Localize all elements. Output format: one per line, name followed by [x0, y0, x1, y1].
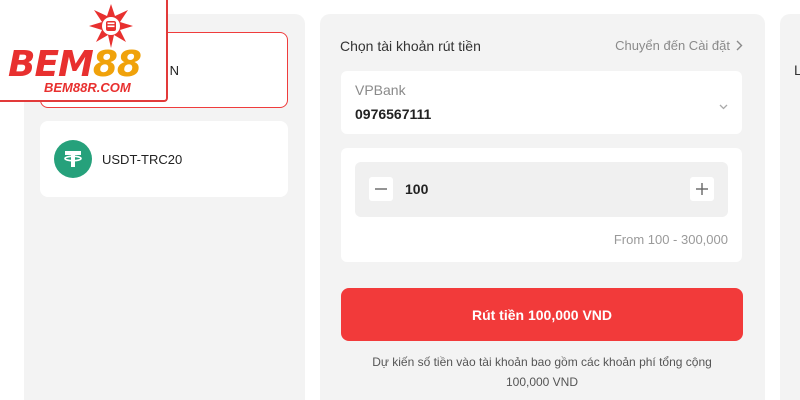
chevron-down-icon [719, 97, 728, 115]
amount-input[interactable] [405, 177, 665, 201]
account-number: 0976567111 [355, 106, 432, 122]
minus-icon [375, 188, 387, 190]
amount-range-hint: From 100 - 300,000 [613, 232, 728, 247]
bank-name: VPBank [355, 82, 406, 98]
chevron-right-icon [736, 40, 743, 51]
withdraw-form: Chọn tài khoản rút tiền Chuyển đến Cài đ… [320, 14, 765, 400]
payment-method-usdt[interactable]: USDT-TRC20 [40, 121, 288, 197]
fee-note-line-1: Dự kiến số tiền vào tài khoản bao gồm cá… [372, 355, 712, 369]
brand-logo: BEM88 BEM88R.COM [0, 0, 168, 102]
payment-method-usdt-label: USDT-TRC20 [102, 151, 183, 167]
form-title: Chọn tài khoản rút tiền [340, 38, 481, 54]
amount-stepper [355, 162, 728, 217]
right-panel-text: L [794, 62, 800, 78]
logo-wordmark: BEM88 [8, 44, 142, 85]
settings-link[interactable]: Chuyển đến Cài đặt [615, 38, 743, 53]
bank-account-select[interactable]: VPBank 0976567111 [341, 71, 742, 134]
decrease-button[interactable] [369, 177, 393, 201]
logo-domain: BEM88R.COM [44, 80, 131, 95]
fee-note-line-2: 100,000 VND [505, 375, 579, 389]
amount-section: From 100 - 300,000 [341, 148, 742, 262]
plus-icon [696, 183, 708, 195]
increase-button[interactable] [690, 177, 714, 201]
withdraw-button[interactable]: Rút tiền 100,000 VND [341, 288, 743, 341]
fee-note: Dự kiến số tiền vào tài khoản bao gồm cá… [341, 352, 743, 392]
right-panel: L [780, 14, 800, 400]
tether-icon [54, 140, 92, 178]
settings-link-label: Chuyển đến Cài đặt [615, 38, 730, 53]
payment-method-bank-label: N [169, 63, 179, 78]
